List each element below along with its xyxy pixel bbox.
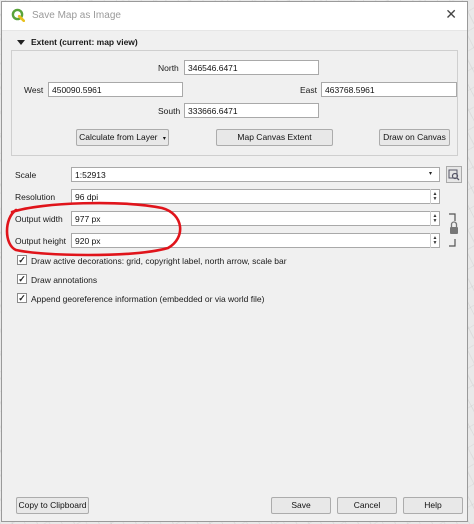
draw-annotations-checkbox[interactable]: ✓	[17, 274, 27, 284]
help-button[interactable]: Help	[403, 497, 463, 514]
calculate-from-layer-button[interactable]: Calculate from Layer ▾	[76, 129, 169, 146]
north-input[interactable]: 346546.6471	[184, 60, 319, 75]
spin-down-icon[interactable]: ▼	[433, 196, 438, 202]
window-title: Save Map as Image	[32, 10, 121, 21]
south-input[interactable]: 333666.6471	[184, 103, 319, 118]
aspect-lock-icon[interactable]	[446, 212, 460, 248]
append-georeference-checkbox[interactable]: ✓	[17, 293, 27, 303]
scale-label: Scale	[15, 170, 37, 180]
save-button[interactable]: Save	[271, 497, 331, 514]
output-width-input[interactable]: 977 px	[71, 211, 440, 226]
collapse-arrow-icon[interactable]	[17, 38, 25, 46]
output-height-input[interactable]: 920 px	[71, 233, 440, 248]
north-label: North	[158, 63, 179, 73]
map-canvas-scale-icon	[448, 169, 460, 181]
red-annotation-ellipse	[5, 201, 182, 257]
east-input[interactable]: 463768.5961	[321, 82, 457, 97]
cancel-button[interactable]: Cancel	[337, 497, 397, 514]
draw-on-canvas-button[interactable]: Draw on Canvas	[379, 129, 450, 146]
east-label: East	[300, 85, 318, 95]
output-width-spinner[interactable]: ▲ ▼	[430, 211, 439, 226]
resolution-input[interactable]: 96 dpi	[71, 189, 440, 204]
lock-scale-button[interactable]	[446, 166, 462, 183]
south-label: South	[158, 106, 181, 116]
west-label: West	[24, 85, 44, 95]
qgis-logo-icon	[11, 8, 25, 22]
scale-value: 1:52913	[75, 170, 106, 180]
calculate-from-layer-label: Calculate from Layer	[79, 132, 158, 142]
draw-decorations-label: Draw active decorations: grid, copyright…	[31, 256, 287, 266]
scale-dropdown-arrow-icon[interactable]: ▾	[429, 170, 432, 177]
draw-annotations-label: Draw annotations	[31, 275, 98, 285]
scale-combobox[interactable]: 1:52913	[71, 167, 440, 182]
resolution-label: Resolution	[15, 192, 56, 202]
save-map-dialog: Save Map as Image ✕ Extent (current: map…	[1, 1, 468, 522]
dropdown-arrow-icon: ▾	[162, 136, 166, 142]
west-input[interactable]: 450090.5961	[48, 82, 183, 97]
spin-down-icon[interactable]: ▼	[433, 240, 438, 246]
output-height-spinner[interactable]: ▲ ▼	[430, 233, 439, 248]
title-bar: Save Map as Image ✕	[2, 2, 467, 31]
output-height-label: Output height	[15, 236, 67, 246]
close-button[interactable]: ✕	[445, 7, 457, 21]
spin-down-icon[interactable]: ▼	[433, 218, 438, 224]
append-georeference-label: Append georeference information (embedde…	[31, 294, 265, 304]
draw-decorations-checkbox[interactable]: ✓	[17, 255, 27, 265]
resolution-spinner[interactable]: ▲ ▼	[430, 189, 439, 204]
output-width-label: Output width	[15, 214, 63, 224]
extent-header: Extent (current: map view)	[31, 37, 138, 47]
map-canvas-extent-button[interactable]: Map Canvas Extent	[216, 129, 333, 146]
copy-to-clipboard-button[interactable]: Copy to Clipboard	[16, 497, 89, 514]
